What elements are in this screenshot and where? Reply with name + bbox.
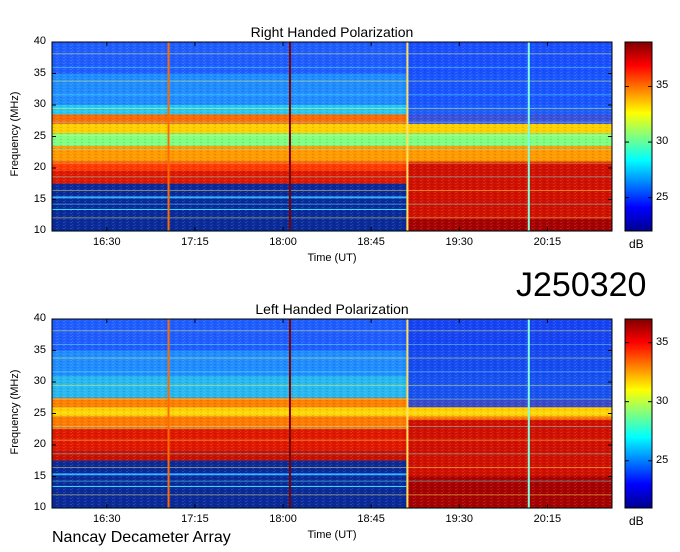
- x-tick-label: 17:15: [181, 236, 209, 248]
- y-tick-label: 30: [33, 375, 46, 387]
- event-line: [527, 319, 530, 508]
- y-tick-label: 40: [33, 312, 46, 324]
- x-tick-label: 16:30: [93, 513, 121, 525]
- x-tick-label: 20:15: [533, 236, 562, 248]
- footer-label: Nancay Decameter Array: [52, 529, 231, 546]
- x-tick-label: 18:45: [357, 513, 385, 525]
- event-line: [527, 42, 530, 231]
- x-tick-label: 19:30: [445, 513, 474, 525]
- panel-1-title: Right Handed Polarization: [250, 24, 414, 40]
- x-tick-label: 18:00: [269, 236, 297, 248]
- colorbar-tick-label: 30: [656, 135, 669, 148]
- colorbar-tick-label: 35: [656, 79, 669, 92]
- event-line: [288, 42, 291, 231]
- y-tick-label: 20: [33, 438, 46, 450]
- event-line: [406, 42, 409, 231]
- colorbar-tick-label: 35: [656, 335, 669, 348]
- event-line: [406, 319, 409, 508]
- y-tick-label: 10: [33, 224, 46, 236]
- x-tick-label: 19:30: [445, 236, 474, 248]
- colorbar: [624, 41, 653, 232]
- y-tick-label: 40: [33, 35, 46, 47]
- y-tick-label: 35: [33, 66, 46, 79]
- panel-2-title: Left Handed Polarization: [255, 301, 409, 317]
- y-tick-label: 35: [33, 343, 46, 356]
- panel-1-xlabel: Time (UT): [307, 252, 357, 264]
- y-tick-label: 10: [33, 501, 46, 513]
- colorbar: [624, 318, 653, 509]
- x-tick-label: 20:15: [533, 513, 562, 525]
- colorbar-tick-label: 25: [656, 190, 669, 203]
- panel-2-colorbar-unit: dB: [629, 514, 644, 528]
- y-tick-label: 15: [33, 192, 46, 205]
- y-tick-label: 25: [33, 406, 46, 419]
- panel-2-xlabel: Time (UT): [307, 529, 357, 541]
- x-tick-label: 18:00: [269, 513, 297, 525]
- event-line: [167, 319, 170, 508]
- colorbar-tick-label: 25: [656, 453, 669, 466]
- date-label: J250320: [516, 266, 647, 304]
- panel-2-spectrogram: [51, 318, 653, 509]
- x-tick-label: 16:30: [93, 236, 121, 248]
- panel-1-spectrogram: [51, 41, 653, 232]
- y-tick-label: 30: [33, 98, 46, 110]
- event-line: [167, 42, 170, 231]
- x-tick-label: 18:45: [357, 236, 385, 248]
- event-line: [288, 319, 291, 508]
- colorbar-tick-label: 30: [656, 394, 669, 407]
- y-tick-label: 20: [33, 161, 46, 173]
- x-tick-label: 17:15: [181, 513, 209, 525]
- panel-1-colorbar-unit: dB: [629, 237, 644, 251]
- y-tick-label: 15: [33, 469, 46, 482]
- y-tick-label: 25: [33, 129, 46, 142]
